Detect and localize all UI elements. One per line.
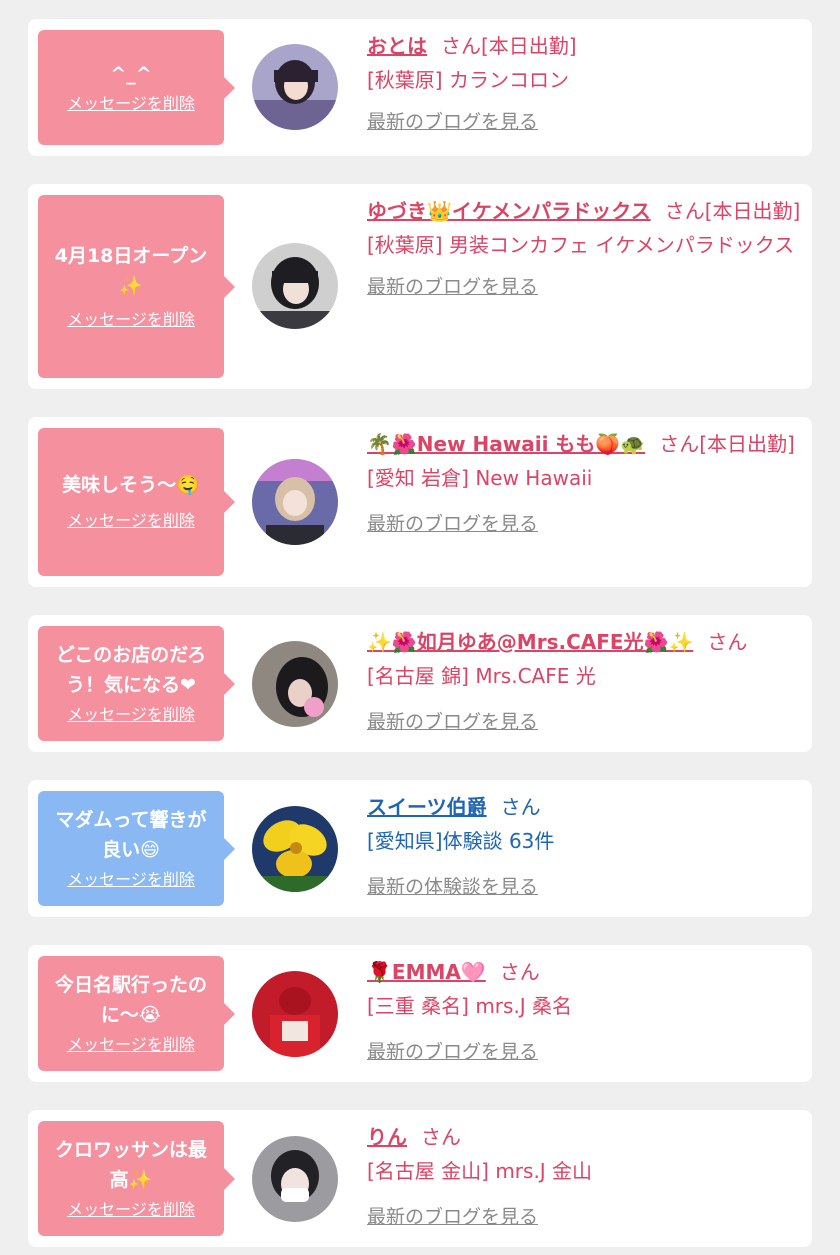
delete-message-link[interactable]: メッセージを削除 xyxy=(67,702,195,728)
shop-text: [愛知県]体験談 63件 xyxy=(367,829,555,853)
avatar[interactable] xyxy=(252,806,338,892)
latest-blog-link[interactable]: 最新のブログを見る xyxy=(367,1037,803,1067)
message-text: マダムって響きが良い😄 xyxy=(55,808,207,861)
message-text: ^_^ xyxy=(110,62,152,85)
shop-text: [三重 桑名] mrs.J 桑名 xyxy=(367,994,573,1018)
message-bubble: 美味しそう〜🤤 メッセージを削除 xyxy=(38,428,235,576)
user-name-link[interactable]: ゆづき👑イケメンパラドックス xyxy=(367,199,651,223)
list-item: どこのお店のだろう！気になる❤ メッセージを削除 ✨🌺如月ゆあ@Mrs.CAFE… xyxy=(28,615,812,752)
item-info: ゆづき👑イケメンパラドックス さん[本日出勤] [秋葉原] 男装コンカフェ イケメ… xyxy=(367,194,803,302)
message-bubble: 今日名駅行ったのに〜😭 メッセージを削除 xyxy=(38,956,235,1071)
avatar[interactable] xyxy=(252,971,338,1057)
item-info: ✨🌺如月ゆあ@Mrs.CAFE光🌺✨ さん [名古屋 錦] Mrs.CAFE 光 … xyxy=(367,625,803,737)
list-item: マダムって響きが良い😄 メッセージを削除 スイーツ伯爵 さん [愛知県]体験談 6… xyxy=(28,780,812,917)
message-text: 今日名駅行ったのに〜😭 xyxy=(54,973,207,1026)
list-item: 美味しそう〜🤤 メッセージを削除 🌴🌺New Hawaii もも🍑🐢 さん[本日出… xyxy=(28,417,812,587)
user-name-link[interactable]: 🌹EMMA🩷 xyxy=(367,960,486,984)
shop-text: [名古屋 錦] Mrs.CAFE 光 xyxy=(367,664,596,688)
avatar[interactable] xyxy=(252,243,338,329)
message-bubble: どこのお店のだろう！気になる❤ メッセージを削除 xyxy=(38,626,235,741)
message-bubble: 4月18日オープン✨ メッセージを削除 xyxy=(38,195,235,378)
message-bubble: クロワッサンは最高✨ メッセージを削除 xyxy=(38,1121,235,1236)
delete-message-link[interactable]: メッセージを削除 xyxy=(67,91,195,117)
shop-text: [秋葉原] カランコロン xyxy=(367,68,569,92)
item-info: 🌹EMMA🩷 さん [三重 桑名] mrs.J 桑名 最新のブログを見る xyxy=(367,955,803,1067)
latest-blog-link[interactable]: 最新のブログを見る xyxy=(367,107,803,137)
item-info: おとは さん[本日出勤] [秋葉原] カランコロン 最新のブログを見る xyxy=(367,29,803,137)
message-text: クロワッサンは最高✨ xyxy=(54,1138,207,1191)
user-name-link[interactable]: おとは xyxy=(367,34,427,58)
delete-message-link[interactable]: メッセージを削除 xyxy=(67,508,195,534)
avatar[interactable] xyxy=(252,459,338,545)
avatar[interactable] xyxy=(252,1136,338,1222)
user-name-link[interactable]: りん xyxy=(367,1125,407,1149)
user-suffix: さん xyxy=(499,960,540,984)
list-item: 今日名駅行ったのに〜😭 メッセージを削除 🌹EMMA🩷 さん [三重 桑名] mr… xyxy=(28,945,812,1082)
shop-text: [秋葉原] 男装コンカフェ イケメンパラドックス xyxy=(367,233,795,257)
user-name-link[interactable]: 🌴🌺New Hawaii もも🍑🐢 xyxy=(367,432,645,456)
list-item: 4月18日オープン✨ メッセージを削除 ゆづき👑イケメンパラドックス さん[本日出… xyxy=(28,184,812,389)
message-bubble: マダムって響きが良い😄 メッセージを削除 xyxy=(38,791,235,906)
user-suffix: さん xyxy=(421,1125,461,1149)
item-info: りん さん [名古屋 金山] mrs.J 金山 最新のブログを見る xyxy=(367,1120,803,1232)
user-suffix: さん[本日出勤] xyxy=(664,199,801,223)
shop-text: [愛知 岩倉] New Hawaii xyxy=(367,466,593,490)
user-suffix: さん xyxy=(500,795,541,819)
shop-text: [名古屋 金山] mrs.J 金山 xyxy=(367,1159,593,1183)
item-info: スイーツ伯爵 さん [愛知県]体験談 63件 最新の体験談を見る xyxy=(367,790,803,902)
user-suffix: さん[本日出勤] xyxy=(659,432,795,456)
delete-message-link[interactable]: メッセージを削除 xyxy=(67,1032,195,1058)
delete-message-link[interactable]: メッセージを削除 xyxy=(67,1197,195,1223)
item-info: 🌴🌺New Hawaii もも🍑🐢 さん[本日出勤] [愛知 岩倉] New Ha… xyxy=(367,427,803,539)
message-text: 美味しそう〜🤤 xyxy=(62,474,200,496)
list-item: ^_^ メッセージを削除 おとは さん[本日出勤] [秋葉原] カランコロン 最新… xyxy=(28,19,812,156)
message-bubble: ^_^ メッセージを削除 xyxy=(38,30,235,145)
user-name-link[interactable]: スイーツ伯爵 xyxy=(367,795,487,819)
avatar[interactable] xyxy=(252,641,338,727)
latest-blog-link[interactable]: 最新のブログを見る xyxy=(367,272,803,302)
avatar[interactable] xyxy=(252,44,338,130)
latest-blog-link[interactable]: 最新のブログを見る xyxy=(367,509,803,539)
message-text: 4月18日オープン✨ xyxy=(54,244,208,297)
user-suffix: さん xyxy=(707,630,748,654)
delete-message-link[interactable]: メッセージを削除 xyxy=(67,867,195,893)
user-name-link[interactable]: ✨🌺如月ゆあ@Mrs.CAFE光🌺✨ xyxy=(367,630,693,654)
latest-review-link[interactable]: 最新の体験談を見る xyxy=(367,872,803,902)
list-item: クロワッサンは最高✨ メッセージを削除 りん さん [名古屋 金山] mrs.J … xyxy=(28,1110,812,1247)
delete-message-link[interactable]: メッセージを削除 xyxy=(67,307,195,333)
message-list: ^_^ メッセージを削除 おとは さん[本日出勤] [秋葉原] カランコロン 最新… xyxy=(0,0,840,1255)
message-text: どこのお店のだろう！気になる❤ xyxy=(55,643,207,696)
user-suffix: さん[本日出勤] xyxy=(441,34,577,58)
latest-blog-link[interactable]: 最新のブログを見る xyxy=(367,707,803,737)
latest-blog-link[interactable]: 最新のブログを見る xyxy=(367,1202,803,1232)
